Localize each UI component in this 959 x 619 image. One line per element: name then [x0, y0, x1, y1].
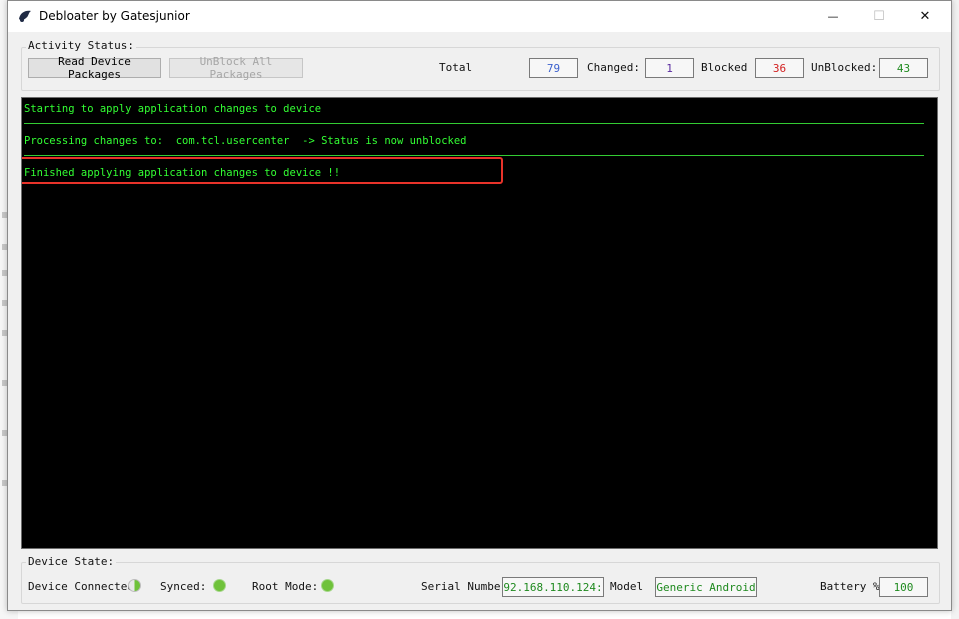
read-device-packages-button[interactable]: Read Device Packages — [28, 55, 161, 81]
debloater-window: Debloater by Gatesjunior — ☐ ✕ Activity … — [7, 0, 952, 611]
battery-label: Battery %: — [820, 580, 887, 593]
console-divider — [24, 123, 924, 124]
root-mode-status-icon — [321, 579, 334, 592]
connected-status-icon — [128, 579, 141, 592]
battery-field[interactable]: 100 — [879, 577, 928, 597]
blocked-value: 36 — [755, 58, 804, 78]
maximize-button[interactable]: ☐ — [856, 1, 902, 32]
unblock-all-packages-button[interactable]: UnBlock All Packages — [169, 55, 303, 81]
synced-label: Synced: — [160, 580, 207, 593]
unblocked-value: 43 — [879, 58, 928, 78]
console-line: Starting to apply application changes to… — [24, 103, 322, 115]
serial-number-field[interactable]: 92.168.110.124: — [502, 577, 604, 597]
window-title: Debloater by Gatesjunior — [39, 9, 190, 23]
blocked-label: Blocked — [701, 61, 748, 74]
console-line: Processing changes to: com.tcl.usercente… — [24, 135, 467, 147]
model-label: Model — [610, 580, 644, 593]
device-connected-label: Device Connected: — [28, 580, 141, 593]
changed-label: Changed: — [587, 61, 640, 74]
maximize-icon: ☐ — [873, 9, 885, 24]
background-window-edge-right — [951, 0, 959, 619]
synced-status-icon — [213, 579, 226, 592]
highlight-annotation-box — [22, 157, 503, 184]
root-mode-label: Root Mode: — [252, 580, 319, 593]
changed-value: 1 — [645, 58, 694, 78]
minimize-icon: — — [827, 10, 839, 23]
app-logo-icon — [19, 10, 31, 22]
total-value: 79 — [529, 58, 578, 78]
console-output[interactable]: Starting to apply application changes to… — [21, 97, 938, 549]
model-field[interactable]: Generic Android — [655, 577, 757, 597]
close-button[interactable]: ✕ — [902, 1, 948, 32]
unblocked-label: UnBlocked: — [811, 61, 878, 74]
minimize-button[interactable]: — — [810, 1, 856, 32]
device-state-label: Device State: — [26, 555, 117, 568]
serial-number-label: Serial Number: — [421, 580, 514, 593]
activity-status-label: Activity Status: — [26, 39, 136, 52]
console-divider — [24, 155, 924, 156]
total-label: Total — [439, 61, 473, 74]
title-bar[interactable]: Debloater by Gatesjunior — ☐ ✕ — [8, 1, 951, 32]
close-icon: ✕ — [919, 9, 931, 24]
